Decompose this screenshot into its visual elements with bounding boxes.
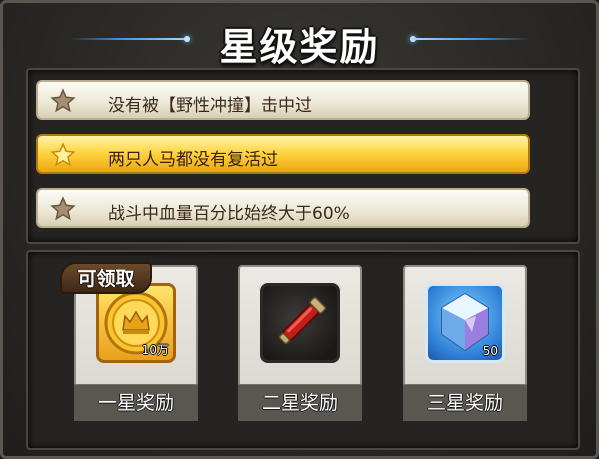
star-filled-icon <box>50 142 76 167</box>
reward-card-three-star[interactable]: 50 三星奖励 <box>403 265 527 421</box>
item-count: 10万 <box>141 343 169 357</box>
condition-label: 两只人马都没有复活过 <box>108 150 278 170</box>
reward-caption: 一星奖励 <box>74 384 198 421</box>
star-empty-icon <box>50 196 76 221</box>
star-empty-icon <box>50 88 76 113</box>
condition-label: 没有被【野性冲撞】击中过 <box>108 96 312 116</box>
reward-caption: 二星奖励 <box>238 384 362 421</box>
condition-row-3: 战斗中血量百分比始终大于60% <box>36 188 530 228</box>
condition-row-1: 没有被【野性冲撞】击中过 <box>36 80 530 120</box>
red-potion-vial-icon <box>278 296 327 345</box>
title-bar: 星级奖励 <box>0 6 599 69</box>
item-count: 50 <box>482 344 498 358</box>
reward-card-two-star[interactable]: 二星奖励 <box>238 265 362 421</box>
condition-label: 战斗中血量百分比始终大于60% <box>108 204 350 224</box>
title-decoration-right <box>412 38 530 40</box>
reward-item-frame[interactable]: 50 <box>425 283 505 363</box>
condition-row-2: 两只人马都没有复活过 <box>36 134 530 174</box>
page-title: 星级奖励 <box>219 25 380 69</box>
reward-item-frame[interactable] <box>260 283 340 363</box>
claimable-badge[interactable]: 可领取 <box>60 262 152 294</box>
reward-caption: 三星奖励 <box>403 384 527 421</box>
reward-item-frame[interactable]: 10万 <box>96 283 176 363</box>
